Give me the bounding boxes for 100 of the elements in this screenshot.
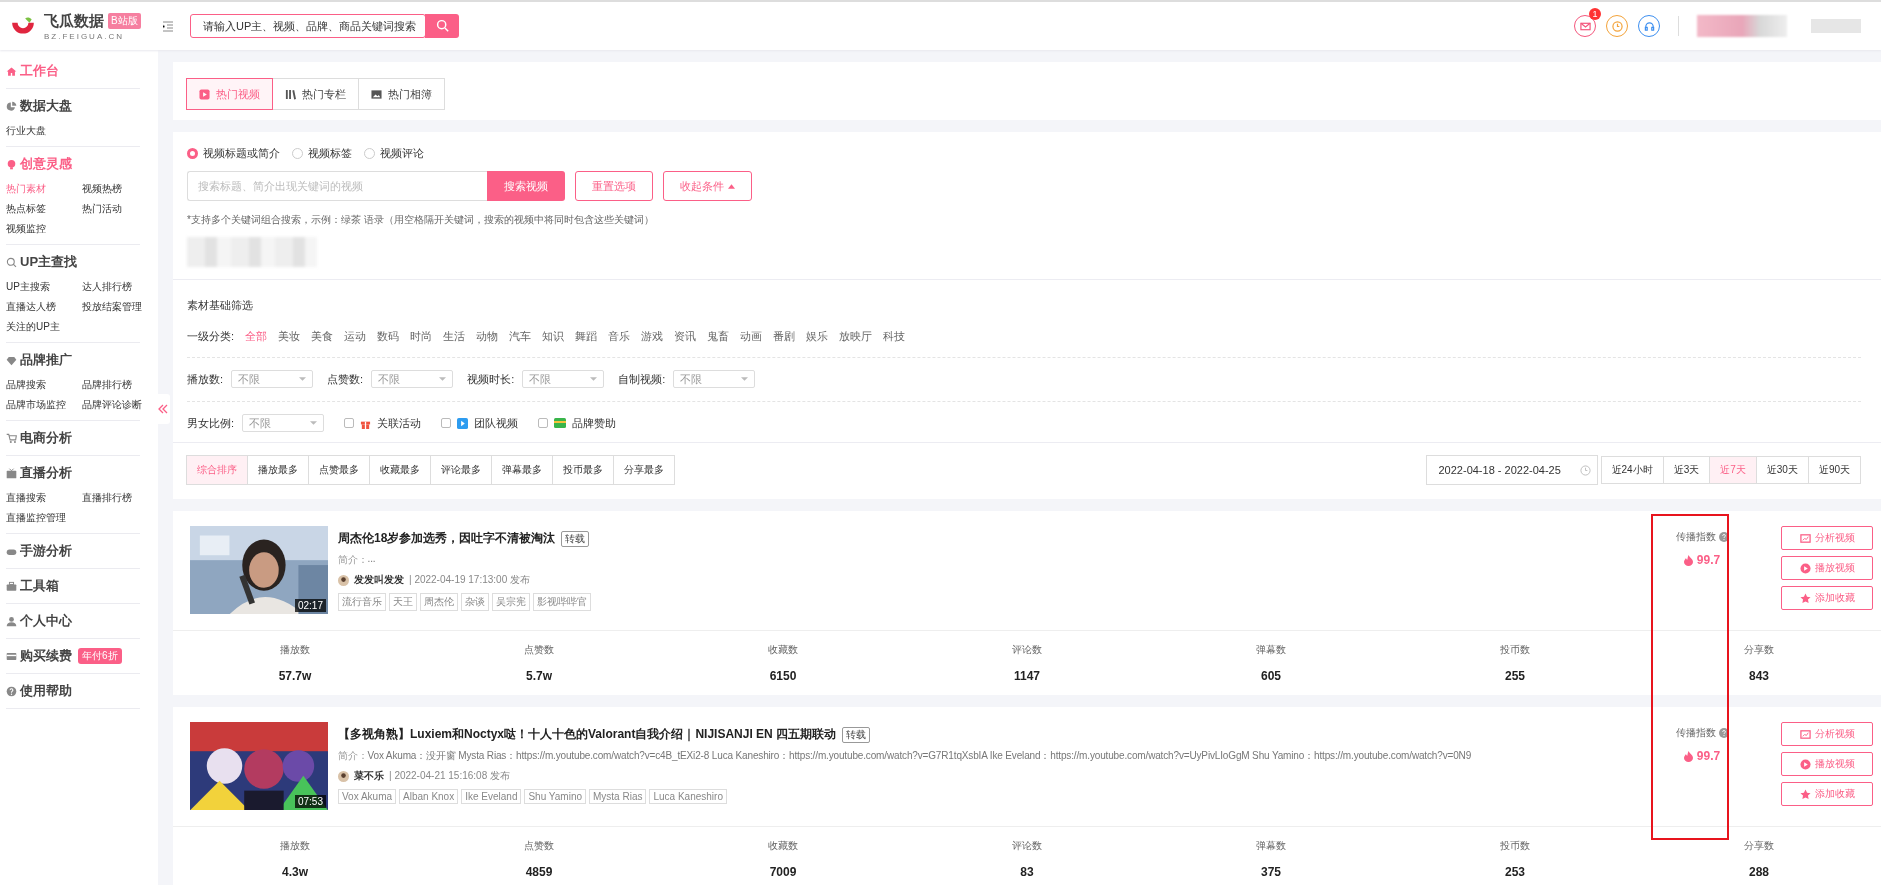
- search-button[interactable]: [425, 13, 459, 38]
- collapse-sidebar-button[interactable]: [156, 394, 170, 424]
- sort-tab[interactable]: 弹幕最多: [491, 455, 553, 485]
- range-tab[interactable]: 近30天: [1755, 456, 1809, 484]
- video-tag[interactable]: 周杰伦: [420, 593, 458, 611]
- video-title[interactable]: 【多视角熟】Luxiem和Noctyx哒！十人十色的Valorant自我介绍｜NIJISANJI EN 四五期联动: [338, 726, 837, 743]
- scope-radio[interactable]: 视频评论: [364, 146, 424, 161]
- image-icon: [371, 88, 382, 100]
- video-tag[interactable]: Alban Knox: [399, 789, 459, 804]
- category-option[interactable]: 数码: [377, 329, 400, 344]
- headset-button[interactable]: [1638, 15, 1660, 37]
- category-option[interactable]: 游戏: [641, 329, 664, 344]
- keyword-field[interactable]: 搜索标题、简介出现关键词的视频: [187, 171, 487, 201]
- author-name[interactable]: 菜不乐: [354, 769, 384, 783]
- checkbox[interactable]: [344, 418, 355, 428]
- sidebar-section[interactable]: 电商分析: [6, 429, 140, 447]
- category-option[interactable]: 时尚: [410, 329, 433, 344]
- flame-icon: [1683, 554, 1693, 566]
- sidebar-item[interactable]: 直播监控管理: [6, 511, 82, 525]
- category-option[interactable]: 科技: [883, 329, 906, 344]
- bulb-icon: [6, 158, 17, 170]
- sidebar-section[interactable]: 使用帮助: [6, 682, 140, 700]
- sort-tab[interactable]: 分享最多: [613, 455, 675, 485]
- video-tag[interactable]: 吴宗宪: [492, 593, 530, 611]
- video-tag[interactable]: Vox Akuma: [338, 789, 397, 804]
- content-tab[interactable]: 热门专栏: [272, 78, 359, 110]
- sidebar-item[interactable]: 品牌搜索: [6, 378, 82, 392]
- search-icon: [435, 19, 449, 32]
- stat-label: 弹幕数: [1256, 643, 1286, 657]
- scope-radio[interactable]: 视频标题或简介: [187, 146, 280, 161]
- category-option[interactable]: 鬼畜: [707, 329, 730, 344]
- sidebar-item[interactable]: 热门活动: [82, 202, 152, 216]
- filter-title: 素材基础筛选: [187, 298, 254, 313]
- sidebar-item[interactable]: 直播排行榜: [82, 491, 152, 505]
- sort-tab[interactable]: 点赞最多: [308, 455, 370, 485]
- video-tag[interactable]: Shu Yamino: [524, 789, 586, 804]
- sidebar-item[interactable]: UP主搜索: [6, 280, 82, 294]
- range-tab[interactable]: 近24小时: [1600, 456, 1664, 484]
- checkbox[interactable]: [441, 418, 452, 428]
- video-tag[interactable]: 影视哔哔官: [533, 593, 591, 611]
- sidebar-section[interactable]: 购买续费 年付6折: [6, 647, 140, 665]
- sidebar-section[interactable]: UP主查找: [6, 253, 140, 271]
- sidebar-section[interactable]: 数据大盘: [6, 97, 140, 115]
- range-tab[interactable]: 近3天: [1662, 456, 1711, 484]
- sidebar-item[interactable]: 品牌市场监控: [6, 398, 82, 412]
- range-tab[interactable]: 近90天: [1807, 456, 1861, 484]
- video-title[interactable]: 周杰伦18岁参加选秀，因吐字不清被淘汰: [338, 530, 556, 547]
- sort-tab[interactable]: 收藏最多: [369, 455, 431, 485]
- category-option[interactable]: 生活: [443, 329, 466, 344]
- sidebar-item[interactable]: 品牌排行榜: [82, 378, 152, 392]
- video-tag[interactable]: Mysta Rias: [589, 789, 647, 804]
- category-option[interactable]: 音乐: [608, 329, 631, 344]
- category-option[interactable]: 动物: [476, 329, 499, 344]
- caret-up-icon: [728, 183, 735, 189]
- sidebar-item[interactable]: 品牌评论诊断: [82, 398, 152, 412]
- sidebar-item[interactable]: 投放结案管理: [82, 300, 152, 314]
- content-tab[interactable]: 热门相簿: [358, 78, 445, 110]
- search-field[interactable]: 请输入UP主、视频、品牌、商品关键词搜索: [190, 14, 426, 38]
- publish-time: | 2022-04-19 17:13:00 发布: [409, 573, 530, 587]
- category-option[interactable]: 运动: [344, 329, 367, 344]
- stat-label: 评论数: [1012, 643, 1042, 657]
- checkbox[interactable]: [538, 418, 549, 428]
- category-option[interactable]: 放映厅: [839, 329, 873, 344]
- video-tag[interactable]: 流行音乐: [338, 593, 386, 611]
- scope-radio[interactable]: 视频标签: [292, 146, 352, 161]
- category-option[interactable]: 知识: [542, 329, 565, 344]
- category-option[interactable]: 美食: [311, 329, 334, 344]
- sidebar-item[interactable]: 视频监控: [6, 222, 82, 236]
- sort-tab[interactable]: 投币最多: [552, 455, 614, 485]
- author-name[interactable]: 发发叫发发: [354, 573, 404, 587]
- sidebar-item[interactable]: 热点标签: [6, 202, 82, 216]
- video-tag[interactable]: 天王: [389, 593, 417, 611]
- blurred-username: [1811, 19, 1861, 33]
- sidebar-section[interactable]: 个人中心: [6, 612, 140, 630]
- video-tag[interactable]: Ike Eveland: [461, 789, 522, 804]
- mail-button[interactable]: [1574, 15, 1596, 37]
- sidebar-item[interactable]: 关注的UP主: [6, 320, 82, 334]
- category-option[interactable]: 资讯: [674, 329, 697, 344]
- sidebar-item[interactable]: 行业大盘: [6, 124, 82, 138]
- category-option[interactable]: 娱乐: [806, 329, 829, 344]
- clock-button[interactable]: [1606, 15, 1628, 37]
- category-option[interactable]: 番剧: [773, 329, 796, 344]
- sidebar-section[interactable]: 手游分析: [6, 542, 140, 560]
- sidebar-item[interactable]: 达人排行榜: [82, 280, 152, 294]
- sort-tab[interactable]: 评论最多: [430, 455, 492, 485]
- category-option[interactable]: 舞蹈: [575, 329, 598, 344]
- video-tag[interactable]: Luca Kaneshiro: [649, 789, 727, 804]
- sidebar-item[interactable]: 直播达人榜: [6, 300, 82, 314]
- sidebar-item[interactable]: 视频热榜: [82, 182, 152, 196]
- category-option[interactable]: 美妆: [278, 329, 301, 344]
- menu-icon[interactable]: [162, 20, 174, 32]
- sidebar-item[interactable]: 直播搜索: [6, 491, 82, 505]
- video-tag[interactable]: 杂谈: [461, 593, 489, 611]
- sidebar-section[interactable]: 直播分析: [6, 464, 140, 482]
- sidebar-section[interactable]: 工具箱: [6, 577, 140, 595]
- sidebar-section[interactable]: 品牌推广: [6, 351, 140, 369]
- date-range-field[interactable]: 2022-04-18 - 2022-04-25: [1425, 455, 1598, 485]
- sort-tab[interactable]: 播放最多: [247, 455, 309, 485]
- category-option[interactable]: 汽车: [509, 329, 532, 344]
- category-option[interactable]: 动画: [740, 329, 763, 344]
